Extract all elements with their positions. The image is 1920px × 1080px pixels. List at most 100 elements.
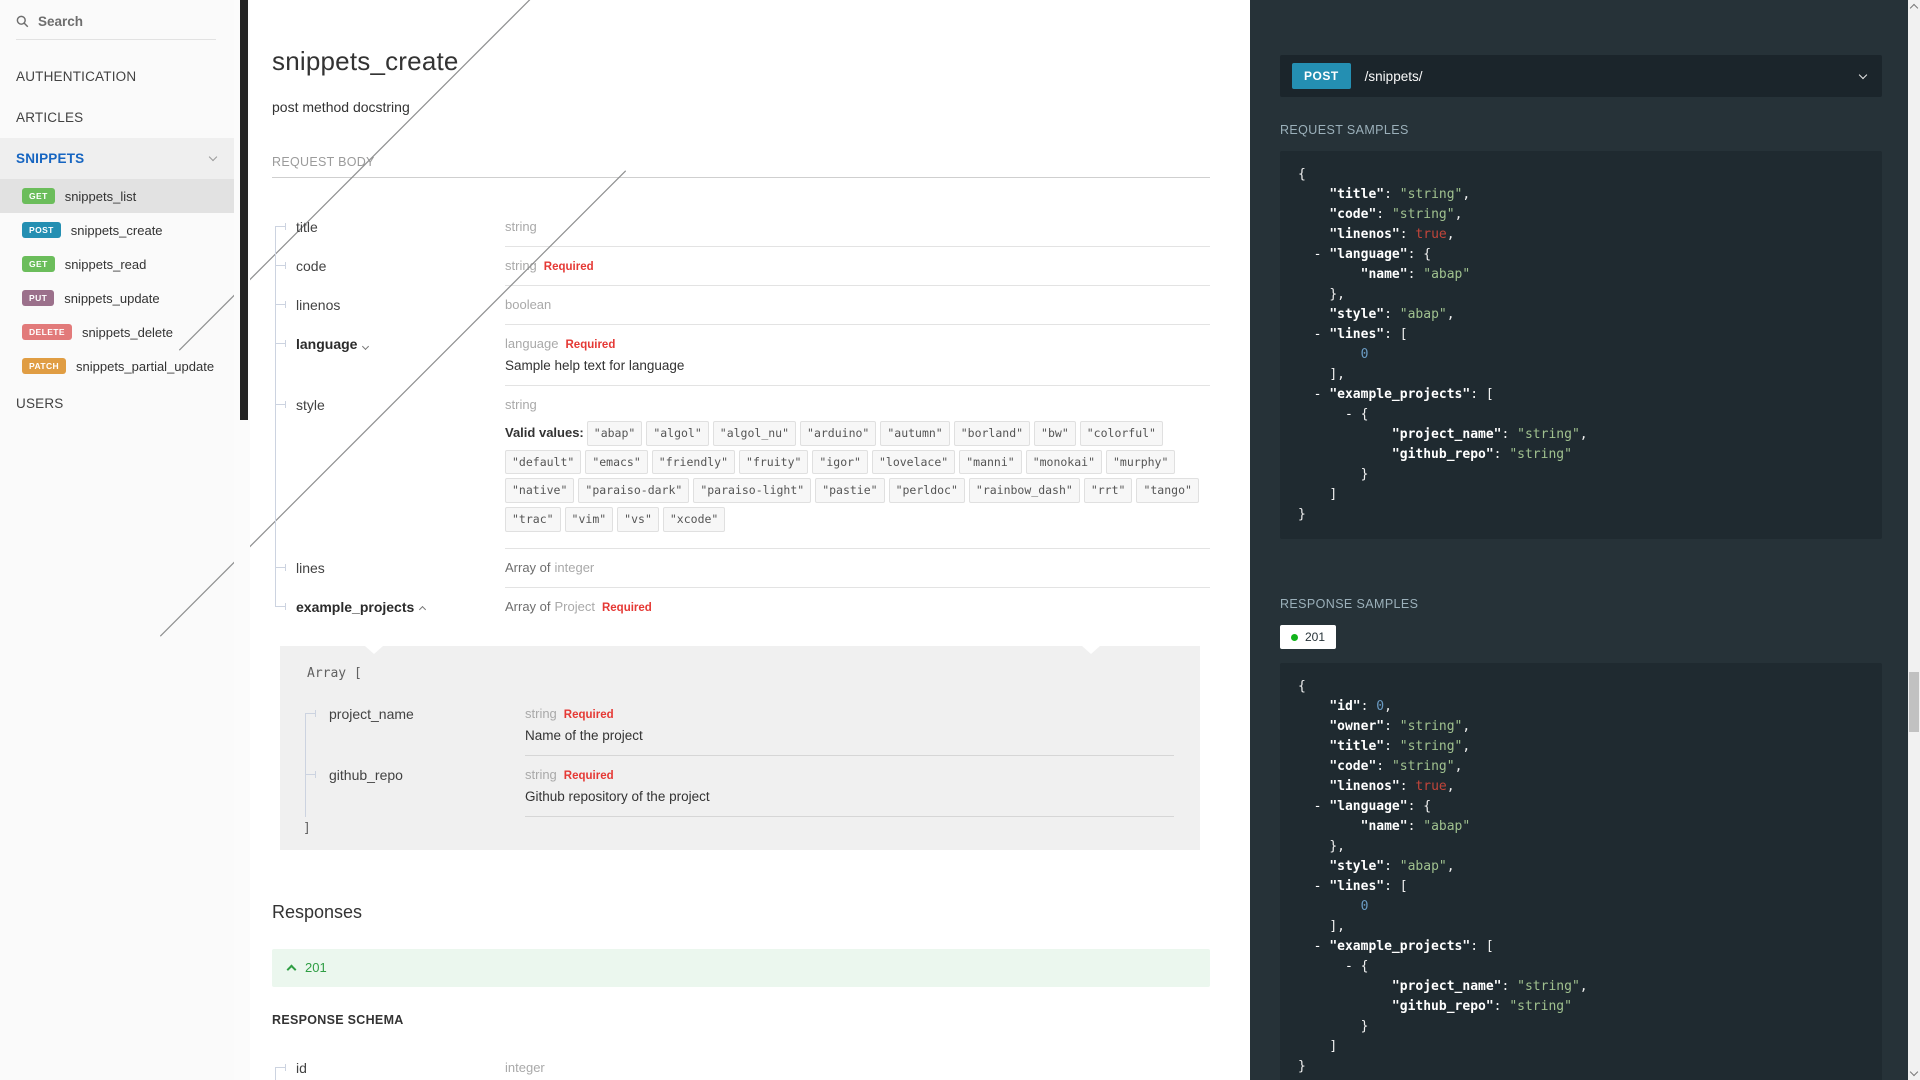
method-badge: POST — [1292, 63, 1351, 89]
enum-value-chip: "native" — [505, 478, 575, 504]
sidebar-scrollbar[interactable] — [234, 0, 250, 1080]
code-token: : — [1384, 187, 1400, 202]
code-token: "string" — [1517, 979, 1580, 994]
search-input[interactable]: Search — [16, 0, 216, 40]
search-icon — [16, 15, 29, 28]
collapse-marker[interactable]: - — [1314, 327, 1330, 342]
field-type: string — [505, 397, 537, 412]
enum-value-chip: "arduino" — [800, 421, 877, 446]
tree-connector — [305, 712, 306, 756]
collapse-marker[interactable]: - — [1314, 879, 1330, 894]
tree-connector — [275, 325, 276, 386]
page-title: snippets_create — [272, 46, 459, 76]
code-token: } — [1298, 507, 1306, 522]
collapse-marker[interactable]: - — [1345, 407, 1361, 422]
page-scrollbar[interactable] — [1908, 0, 1920, 1080]
field-name: style — [296, 397, 325, 413]
field-name-cell: language — [272, 325, 505, 386]
collapse-marker[interactable]: - — [1314, 387, 1330, 402]
enum-value-chip: "monokai" — [1025, 449, 1102, 475]
field-name-cell: project_name — [302, 695, 525, 756]
field-help-text: Name of the project — [525, 727, 643, 743]
endpoint-path: /snippets/ — [1364, 68, 1423, 84]
field-row-language[interactable]: language language Required Sample help text… — [272, 325, 1210, 386]
tree-connector — [275, 286, 276, 325]
code-token: : [ — [1470, 387, 1494, 402]
tree-connector — [275, 1066, 276, 1080]
field-row-code: code string Required — [272, 247, 1210, 286]
sidebar-item-snippets[interactable]: SNIPPETS — [0, 138, 234, 179]
sidebar-section-label: USERS — [16, 396, 64, 411]
field-type-cell: string Required — [505, 247, 1210, 286]
field-name: code — [296, 258, 327, 274]
tree-connector — [275, 548, 276, 588]
tree-connector — [275, 605, 285, 607]
code-line: "id": 0, — [1298, 697, 1864, 717]
collapse-marker[interactable]: - — [1345, 959, 1361, 974]
field-type-cell: string Valid values: "abap" "algol" "algol_n… — [505, 386, 1210, 549]
method-badge: POST — [22, 222, 61, 238]
response-201-banner[interactable]: 201 — [272, 948, 1210, 987]
field-name-cell: title — [272, 208, 505, 247]
sidebar-item-articles[interactable]: ARTICLES — [0, 0, 646, 351]
code-line: "title": "string", — [1298, 185, 1864, 205]
code-line: ] — [1298, 1037, 1864, 1057]
sidebar-item-snippets_partial_update[interactable]: PATCH snippets_partial_update — [0, 349, 234, 383]
enum-value-chip: "perldoc" — [888, 478, 965, 504]
code-token: : — [1384, 739, 1400, 754]
scroll-down-icon[interactable] — [1909, 1067, 1919, 1077]
collapse-marker[interactable]: - — [1314, 799, 1330, 814]
sidebar-item-authentication[interactable]: AUTHENTICATION — [0, 56, 234, 97]
sidebar-section-label: SNIPPETS — [16, 151, 85, 166]
array-close-bracket: ] — [303, 820, 311, 836]
collapse-marker[interactable]: - — [1314, 247, 1330, 262]
field-type: integer — [505, 1059, 545, 1075]
sidebar-item-snippets_create[interactable]: POST snippets_create — [0, 213, 234, 247]
sidebar-item-snippets_update[interactable]: PUT snippets_update — [0, 281, 234, 315]
tree-connector — [275, 304, 285, 305]
tree-connector — [275, 587, 276, 606]
enum-value-chip: "algol_nu" — [712, 421, 797, 446]
tree-connector — [275, 265, 285, 266]
code-token: : [ — [1384, 327, 1408, 342]
collapse-marker[interactable]: - — [1314, 939, 1330, 954]
scroll-up-icon[interactable] — [1909, 3, 1919, 13]
response-tab-201[interactable]: 201 — [1280, 625, 1337, 649]
tree-connector — [315, 770, 316, 778]
sidebar-item-snippets_read[interactable]: GET snippets_read — [0, 247, 234, 281]
enum-value-chip: "colorful" — [1079, 421, 1163, 446]
code-token: "name" — [1360, 819, 1408, 834]
code-token: , — [1446, 779, 1455, 794]
field-type-line: language Required — [505, 336, 1210, 351]
sidebar-item-users[interactable]: USERS — [0, 170, 626, 637]
enum-value-chip: "pastie" — [815, 478, 885, 504]
code-token: 0 — [1360, 347, 1369, 362]
code-token: , — [1462, 187, 1471, 202]
sidebar-item-snippets_list[interactable]: GET snippets_list — [0, 179, 234, 213]
panel-notch — [1082, 645, 1100, 654]
code-token: "linenos" — [1329, 779, 1400, 794]
code-token: "string" — [1391, 207, 1455, 222]
sidebar-nav: AUTHENTICATION ARTICLES SNIPPETS GET snippet… — [0, 0, 646, 637]
page-scrollbar-thumb[interactable] — [1909, 672, 1919, 732]
code-token: : — [1407, 819, 1424, 834]
field-type-line: string Required — [525, 767, 1174, 782]
code-line: - "language": { — [1298, 245, 1864, 265]
code-line: } — [1298, 505, 1864, 525]
endpoint-selector[interactable]: POST /snippets/ — [1280, 55, 1882, 97]
sidebar-item-snippets_delete[interactable]: DELETE snippets_delete — [0, 315, 234, 349]
sidebar-scrollbar-thumb[interactable] — [240, 0, 248, 420]
code-token: : { — [1407, 247, 1432, 262]
code-token: ], — [1329, 919, 1345, 934]
code-line: - { — [1298, 957, 1864, 977]
field-row-example_projects[interactable]: example_projects Array of Project Required — [272, 587, 1210, 626]
response-tab-code: 201 — [1305, 630, 1326, 644]
tree-connector — [285, 340, 286, 347]
code-token: { — [1360, 959, 1369, 974]
field-help-text: Sample help text for language — [505, 358, 685, 373]
